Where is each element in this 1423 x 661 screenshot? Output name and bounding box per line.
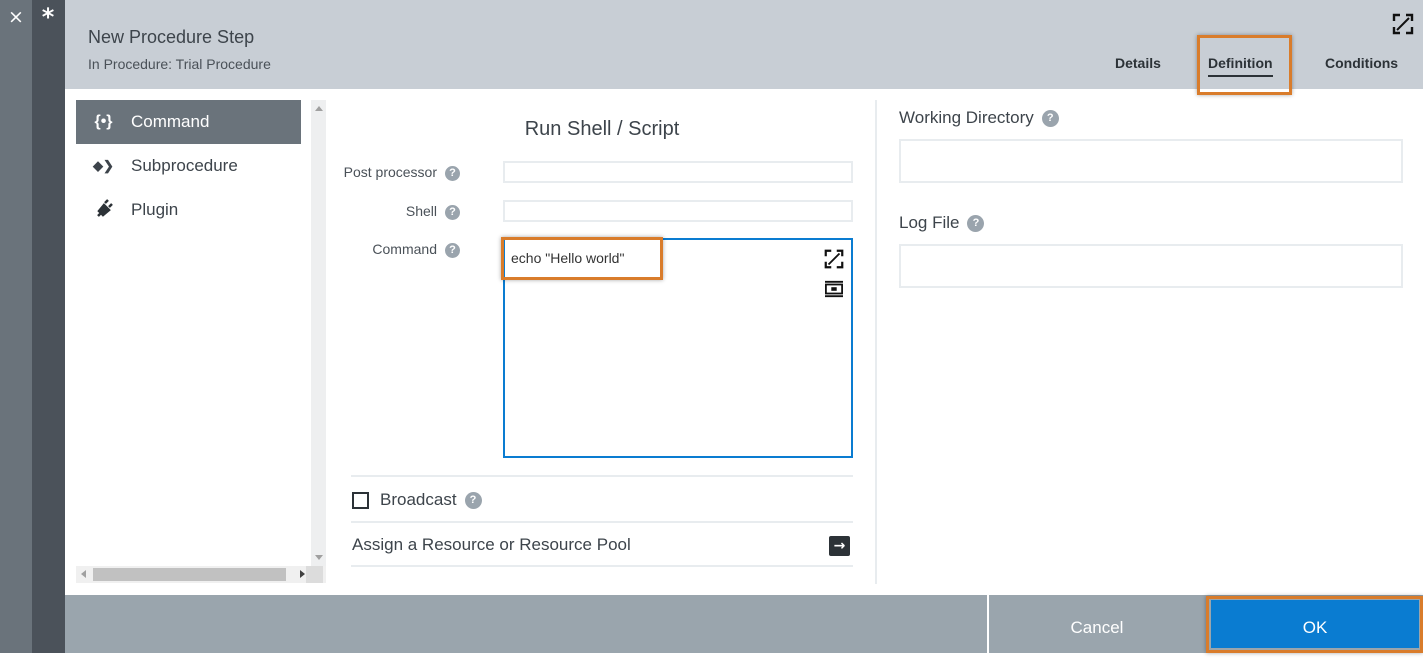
dialog-title: New Procedure Step	[88, 27, 255, 47]
help-icon[interactable]: ?	[445, 165, 460, 181]
tab-details[interactable]: Details	[1115, 55, 1161, 71]
command-value: echo "Hello world"	[511, 250, 625, 266]
assign-resource-link[interactable]: Assign a Resource or Resource Pool	[352, 535, 631, 555]
left-rail-inner: *	[32, 0, 65, 653]
dialog-header: New Procedure Step In Procedure: Trial P…	[65, 0, 1423, 89]
help-icon[interactable]: ?	[967, 215, 985, 233]
help-icon[interactable]: ?	[1041, 110, 1059, 128]
sidebar-horizontal-scrollbar[interactable]	[76, 566, 326, 583]
post-processor-label: Post processor?	[340, 164, 460, 181]
log-file-input[interactable]	[899, 244, 1403, 288]
sidebar-item-plugin[interactable]: Plugin	[76, 188, 301, 232]
command-braces-icon: {•}	[94, 113, 113, 130]
sidebar-vertical-scrollbar[interactable]	[311, 100, 326, 566]
sidebar-item-command[interactable]: {•} Command	[76, 100, 301, 144]
cancel-button[interactable]: Cancel	[987, 595, 1205, 653]
divider	[351, 565, 853, 567]
working-directory-label-text: Working Directory	[899, 108, 1034, 127]
maximize-icon[interactable]	[1391, 12, 1415, 36]
post-processor-label-text: Post processor	[343, 164, 437, 180]
broadcast-label: Broadcast?	[380, 490, 482, 510]
sidebar-item-subprocedure[interactable]: ◆❯ Subprocedure	[76, 144, 301, 188]
scroll-right-arrow-icon[interactable]	[300, 570, 305, 578]
shell-input[interactable]	[503, 200, 853, 222]
fullscreen-editor-icon[interactable]	[823, 280, 845, 298]
step-type-sidebar: {•} Command ◆❯ Subprocedure Plugin	[76, 100, 312, 584]
divider	[351, 475, 853, 477]
horizontal-scroll-thumb[interactable]	[93, 568, 286, 581]
working-directory-label: Working Directory?	[899, 108, 1059, 128]
sidebar-item-label: Subprocedure	[131, 156, 238, 175]
help-icon[interactable]: ?	[445, 242, 460, 258]
scroll-left-arrow-icon[interactable]	[81, 570, 86, 578]
help-icon[interactable]: ?	[445, 204, 460, 220]
log-file-label: Log File?	[899, 213, 985, 233]
pin-button[interactable]: *	[32, 4, 64, 30]
close-icon: ×	[8, 6, 24, 28]
scroll-up-arrow-icon[interactable]	[315, 106, 323, 111]
log-file-label-text: Log File	[899, 213, 960, 232]
left-rail-outer: ×	[0, 0, 32, 653]
expand-editor-icon[interactable]	[823, 248, 845, 270]
broadcast-checkbox[interactable]	[352, 492, 369, 509]
working-directory-input[interactable]	[899, 139, 1403, 183]
close-button[interactable]: ×	[0, 4, 32, 30]
sidebar-item-label: Plugin	[131, 200, 179, 219]
dialog-subtitle: In Procedure: Trial Procedure	[88, 56, 271, 72]
command-label: Command?	[340, 241, 460, 258]
section-title: Run Shell / Script	[524, 118, 680, 140]
shell-label-text: Shell	[405, 203, 437, 219]
arrow-right-icon[interactable]: →	[829, 536, 850, 556]
plug-icon	[76, 198, 131, 223]
tab-conditions[interactable]: Conditions	[1325, 55, 1398, 71]
divider	[351, 521, 853, 523]
sidebar-item-label: Command	[131, 112, 210, 131]
help-icon[interactable]: ?	[464, 492, 482, 510]
scroll-down-arrow-icon[interactable]	[315, 555, 323, 560]
scrollbar-corner	[306, 566, 323, 583]
command-label-text: Command	[372, 241, 437, 257]
command-textarea[interactable]: echo "Hello world"	[503, 238, 853, 458]
column-divider	[875, 100, 877, 584]
tab-definition[interactable]: Definition	[1208, 55, 1273, 77]
broadcast-label-text: Broadcast	[380, 490, 457, 509]
asterisk-icon: *	[41, 3, 55, 31]
subprocedure-diamond-icon: ◆❯	[93, 158, 114, 173]
post-processor-input[interactable]	[503, 161, 853, 183]
shell-label: Shell?	[340, 203, 460, 220]
ok-button[interactable]: OK	[1211, 600, 1419, 648]
